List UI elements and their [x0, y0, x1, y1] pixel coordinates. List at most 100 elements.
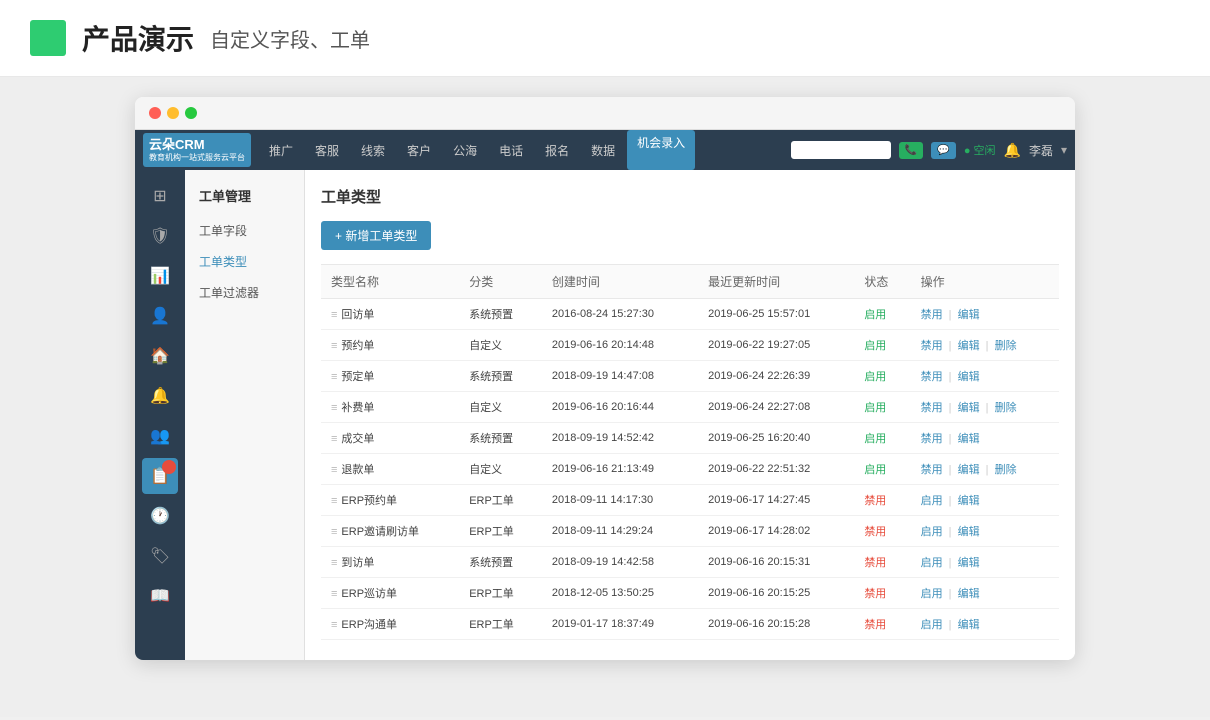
message-icon[interactable]: 💬	[931, 142, 955, 159]
nav-item-baoming[interactable]: 报名	[535, 130, 579, 170]
nav-item-dianhua[interactable]: 电话	[489, 130, 533, 170]
sidebar-icon-person[interactable]: 👤	[142, 298, 178, 334]
sidebar-icon-shield[interactable]: 🛡	[142, 218, 178, 254]
app-body: ⊞ 🛡 📊 👤 🏠 🔔 👥 📋 🕐 🏷 📖	[135, 170, 1075, 660]
sidebar-icon-home[interactable]: 🏠	[142, 338, 178, 374]
action-禁用-link[interactable]: 禁用	[921, 340, 943, 352]
add-workorder-type-button[interactable]: + 新增工单类型	[321, 221, 431, 250]
nav-item-tuiguang[interactable]: 推广	[259, 130, 303, 170]
action-编辑-link[interactable]: 编辑	[958, 619, 980, 631]
banner-subtitle: 自定义字段、工单	[210, 24, 370, 53]
secondary-menu-workorder-fields[interactable]: 工单字段	[185, 215, 304, 246]
cell-updated: 2019-06-16 20:15:31	[698, 547, 854, 578]
nav-item-xiansuo[interactable]: 线索	[351, 130, 395, 170]
status-badge: 禁用	[864, 588, 886, 600]
dot-green[interactable]	[185, 107, 197, 119]
action-启用-link[interactable]: 启用	[921, 588, 943, 600]
sidebar-icon-ticket[interactable]: 📋	[142, 458, 178, 494]
cell-updated: 2019-06-22 19:27:05	[698, 330, 854, 361]
sidebar-icon-tag[interactable]: 🏷	[142, 538, 178, 574]
table-row: ≡ERP预约单ERP工单2018-09-11 14:17:302019-06-1…	[321, 485, 1059, 516]
action-禁用-link[interactable]: 禁用	[921, 309, 943, 321]
action-编辑-link[interactable]: 编辑	[958, 340, 980, 352]
sidebar-icon-clock[interactable]: 🕐	[142, 498, 178, 534]
secondary-menu-workorder-filters[interactable]: 工单过滤器	[185, 277, 304, 308]
cell-created: 2018-09-19 14:47:08	[542, 361, 698, 392]
col-header-name: 类型名称	[321, 265, 459, 299]
action-编辑-link[interactable]: 编辑	[958, 557, 980, 569]
action-删除-link[interactable]: 删除	[995, 340, 1017, 352]
cell-name: ≡ERP预约单	[321, 485, 459, 516]
cell-updated: 2019-06-17 14:28:02	[698, 516, 854, 547]
action-禁用-link[interactable]: 禁用	[921, 433, 943, 445]
cell-actions: 禁用 | 编辑 | 删除	[911, 392, 1059, 423]
dot-red[interactable]	[149, 107, 161, 119]
status-badge: 禁用	[864, 526, 886, 538]
main-content: 工单类型 + 新增工单类型 类型名称 分类 创建时间 最近更新时间 状态 操作	[305, 170, 1075, 660]
cell-status: 禁用	[854, 578, 910, 609]
cell-status: 启用	[854, 299, 910, 330]
cell-category: 自定义	[459, 454, 542, 485]
nav-item-shuju[interactable]: 数据	[581, 130, 625, 170]
table-row: ≡ERP邀请刷访单ERP工单2018-09-11 14:29:242019-06…	[321, 516, 1059, 547]
action-编辑-link[interactable]: 编辑	[958, 526, 980, 538]
action-启用-link[interactable]: 启用	[921, 619, 943, 631]
table-row: ≡ERP沟通单ERP工单2019-01-17 18:37:492019-06-1…	[321, 609, 1059, 640]
nav-search-input[interactable]	[791, 141, 891, 159]
col-header-actions: 操作	[911, 265, 1059, 299]
browser-window: 云朵CRM 教育机构一站式服务云平台 推广 客服 线索 客户 公海 电话 报名 …	[135, 97, 1075, 660]
cell-name-text: 补费单	[341, 402, 374, 414]
action-删除-link[interactable]: 删除	[995, 402, 1017, 414]
phone-icon[interactable]: 📞	[899, 142, 923, 159]
cell-created: 2018-12-05 13:50:25	[542, 578, 698, 609]
sidebar-icon-grid[interactable]: ⊞	[142, 178, 178, 214]
nav-item-jiyilu[interactable]: 机会录入	[627, 130, 695, 170]
action-编辑-link[interactable]: 编辑	[958, 464, 980, 476]
action-启用-link[interactable]: 启用	[921, 495, 943, 507]
action-禁用-link[interactable]: 禁用	[921, 371, 943, 383]
cell-created: 2016-08-24 15:27:30	[542, 299, 698, 330]
row-handle-icon: ≡	[331, 495, 337, 507]
sidebar-icon-chart[interactable]: 📊	[142, 258, 178, 294]
action-编辑-link[interactable]: 编辑	[958, 309, 980, 321]
cell-name-text: 退款单	[341, 464, 374, 476]
secondary-menu-workorder-types[interactable]: 工单类型	[185, 246, 304, 277]
action-编辑-link[interactable]: 编辑	[958, 433, 980, 445]
bell-icon[interactable]: 🔔	[1004, 142, 1021, 159]
nav-logo: 云朵CRM 教育机构一站式服务云平台	[143, 133, 251, 166]
cell-created: 2019-06-16 20:16:44	[542, 392, 698, 423]
sidebar-badge	[162, 460, 176, 474]
dot-yellow[interactable]	[167, 107, 179, 119]
brand-logo-square	[30, 20, 66, 56]
row-handle-icon: ≡	[331, 340, 337, 352]
action-separator: |	[946, 495, 955, 507]
cell-updated: 2019-06-24 22:26:39	[698, 361, 854, 392]
action-separator: |	[946, 340, 955, 352]
action-启用-link[interactable]: 启用	[921, 557, 943, 569]
action-编辑-link[interactable]: 编辑	[958, 588, 980, 600]
cell-name: ≡ERP沟通单	[321, 609, 459, 640]
sidebar: ⊞ 🛡 📊 👤 🏠 🔔 👥 📋 🕐 🏷 📖	[135, 170, 185, 660]
action-删除-link[interactable]: 删除	[995, 464, 1017, 476]
action-禁用-link[interactable]: 禁用	[921, 402, 943, 414]
sidebar-icon-contacts[interactable]: 👥	[142, 418, 178, 454]
action-separator: |	[946, 464, 955, 476]
cell-category: 系统预置	[459, 423, 542, 454]
nav-item-kefu[interactable]: 客服	[305, 130, 349, 170]
cell-status: 禁用	[854, 516, 910, 547]
action-启用-link[interactable]: 启用	[921, 526, 943, 538]
nav-item-kehu[interactable]: 客户	[397, 130, 441, 170]
sidebar-icon-book[interactable]: 📖	[142, 578, 178, 614]
sidebar-icon-bell[interactable]: 🔔	[142, 378, 178, 414]
cell-status: 启用	[854, 423, 910, 454]
table-row: ≡预定单系统预置2018-09-19 14:47:082019-06-24 22…	[321, 361, 1059, 392]
action-禁用-link[interactable]: 禁用	[921, 464, 943, 476]
action-编辑-link[interactable]: 编辑	[958, 371, 980, 383]
action-separator: |	[946, 433, 955, 445]
action-编辑-link[interactable]: 编辑	[958, 402, 980, 414]
nav-item-gonghai[interactable]: 公海	[443, 130, 487, 170]
cell-actions: 启用 | 编辑	[911, 578, 1059, 609]
action-编辑-link[interactable]: 编辑	[958, 495, 980, 507]
nav-user[interactable]: 李磊	[1029, 142, 1053, 159]
main-wrapper: 云朵CRM 教育机构一站式服务云平台 推广 客服 线索 客户 公海 电话 报名 …	[0, 77, 1210, 717]
